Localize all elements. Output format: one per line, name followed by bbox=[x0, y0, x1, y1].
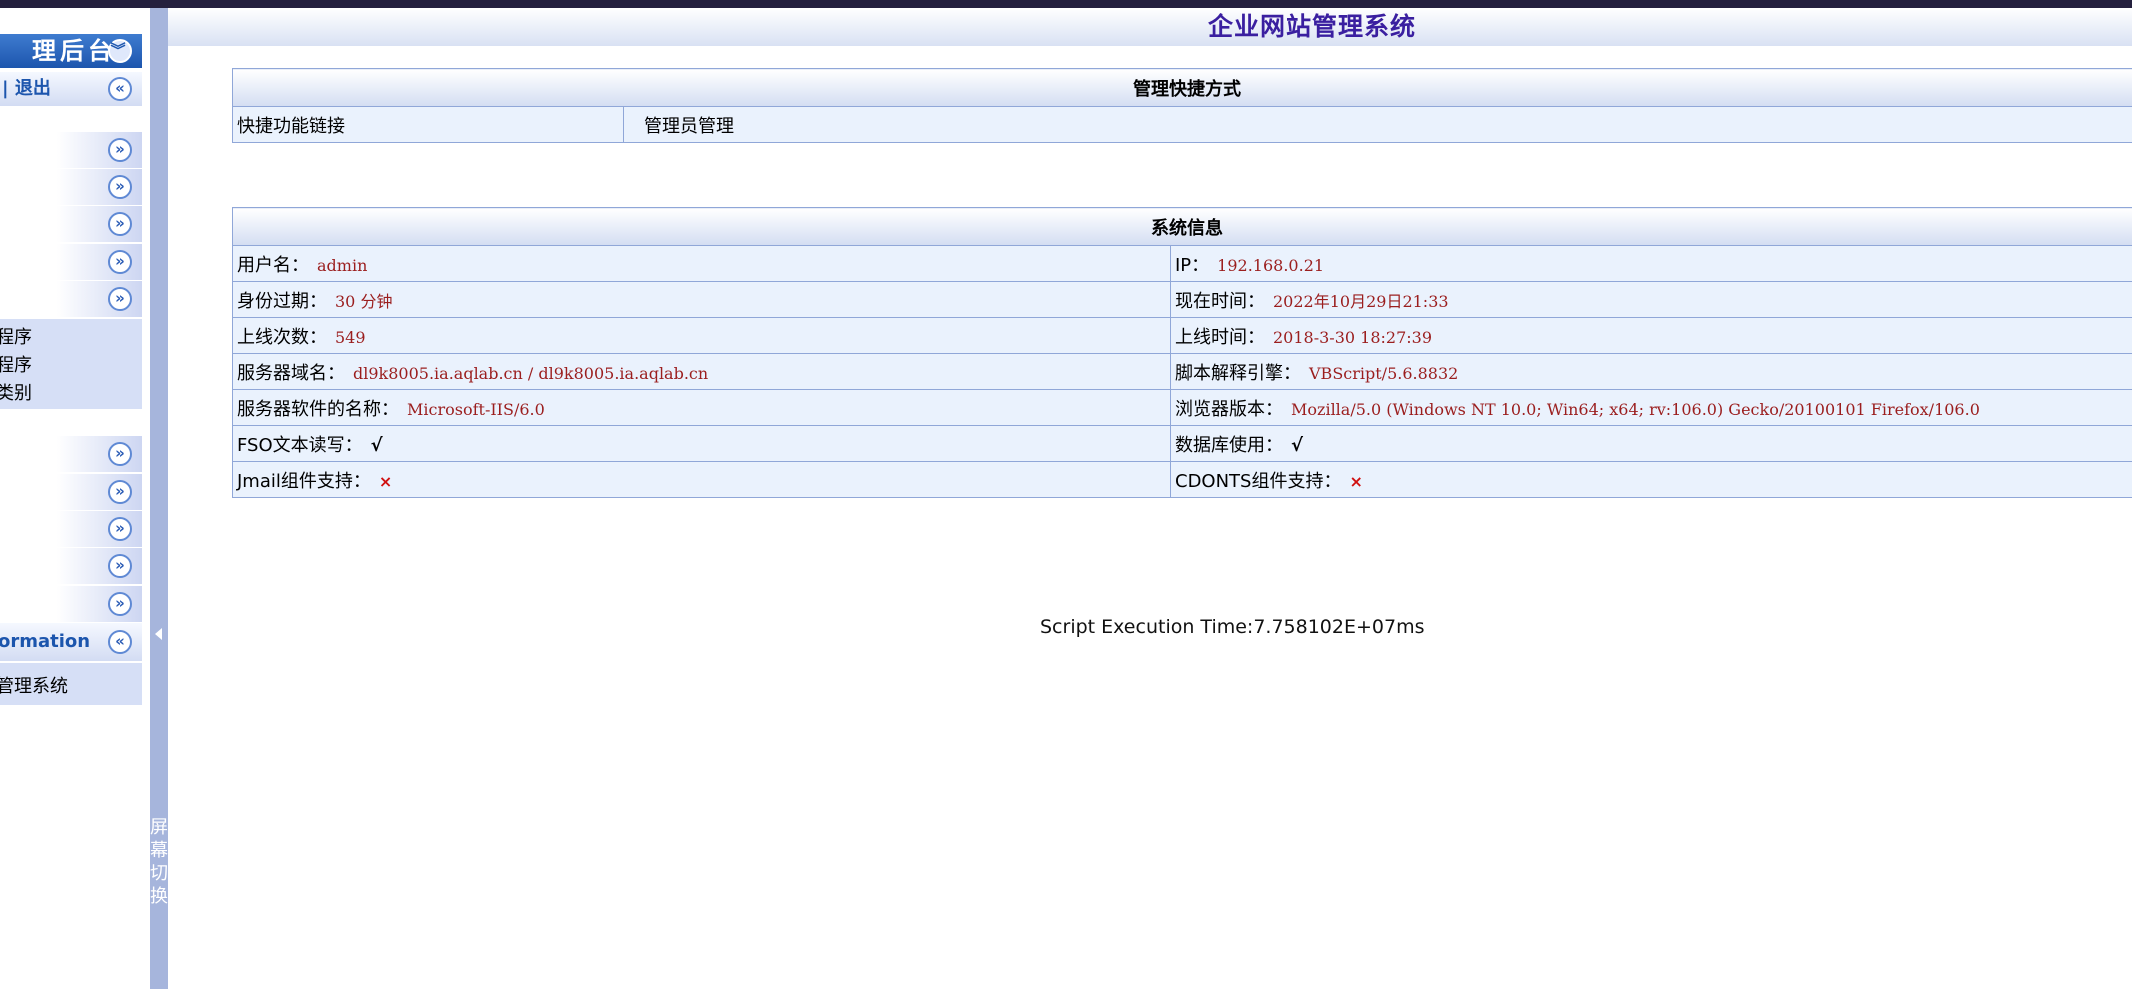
expand-down-icon[interactable]: » bbox=[108, 442, 132, 466]
top-strip bbox=[0, 0, 2132, 8]
main-content: 企业网站管理系统 管理快捷方式 快捷功能链接 管理员管理 系统信息 用户名： ad… bbox=[168, 8, 2132, 989]
menu-group-row[interactable]: » bbox=[0, 511, 142, 547]
information-header: ormation « bbox=[0, 623, 142, 661]
collapse-arrow-icon[interactable] bbox=[155, 628, 162, 640]
system-info-label: CDONTS组件支持： bbox=[1175, 470, 1342, 492]
information-item[interactable]: 管理系统 bbox=[0, 672, 68, 698]
system-info-row: 上线次数： 549 上线时间： 2018-3-30 18:27:39 bbox=[232, 317, 2132, 354]
system-info-value: Microsoft-IIS/6.0 bbox=[407, 399, 545, 419]
system-info-cell: Jmail组件支持： × bbox=[232, 461, 1171, 498]
expand-down-icon[interactable]: » bbox=[108, 212, 132, 236]
system-info-cell: 上线次数： 549 bbox=[232, 317, 1171, 354]
system-info-value: 2018-3-30 18:27:39 bbox=[1273, 327, 1433, 347]
screen-switch-bar[interactable]: 屏幕切换 bbox=[150, 8, 168, 989]
system-info-label: Jmail组件支持： bbox=[237, 470, 371, 492]
system-info-label: 现在时间： bbox=[1175, 290, 1265, 312]
expand-down-icon[interactable]: » bbox=[108, 554, 132, 578]
system-info-row: 服务器软件的名称： Microsoft-IIS/6.0 浏览器版本： Mozilla/… bbox=[232, 389, 2132, 426]
menu-header: 理后台 ︾ bbox=[0, 34, 142, 68]
left-menu: 理后台 ︾ | 退出 « » » » » » 程序 程序 类别 » » » » … bbox=[0, 8, 142, 989]
system-info-label: IP： bbox=[1175, 254, 1210, 276]
system-info-row: 身份过期： 30 分钟 现在时间： 2022年10月29日21:33 bbox=[232, 281, 2132, 318]
script-execution-time: Script Execution Time:7.758102E+07ms bbox=[1040, 616, 1425, 638]
system-info-cell: FSO文本读写： √ bbox=[232, 425, 1171, 462]
system-info-row: Jmail组件支持： × CDONTS组件支持： × bbox=[232, 461, 2132, 498]
shortcut-table-title: 管理快捷方式 bbox=[232, 68, 2132, 107]
admin-manage-link[interactable]: 管理员管理 bbox=[623, 106, 2132, 143]
expand-down-icon[interactable]: » bbox=[108, 138, 132, 162]
menu-group-row[interactable]: » bbox=[0, 586, 142, 622]
expand-down-icon[interactable]: » bbox=[108, 517, 132, 541]
shortcut-label: 快捷功能链接 bbox=[232, 106, 624, 143]
system-info-value: × bbox=[1349, 471, 1363, 491]
information-box: 管理系统 bbox=[0, 663, 142, 705]
menu-group-row[interactable]: » bbox=[0, 244, 142, 280]
system-info-label: 身份过期： bbox=[237, 290, 327, 312]
menu-group-row[interactable]: » bbox=[0, 548, 142, 584]
system-info-row: FSO文本读写： √ 数据库使用： √ bbox=[232, 425, 2132, 462]
menu-group-row[interactable]: » bbox=[0, 132, 142, 168]
expand-down-icon[interactable]: » bbox=[108, 250, 132, 274]
menu-group-row[interactable]: » bbox=[0, 206, 142, 242]
system-info-value: 549 bbox=[335, 327, 366, 347]
system-info-label: 服务器域名： bbox=[237, 362, 345, 384]
fold-left-icon[interactable]: « bbox=[108, 77, 132, 101]
system-info-label: 上线次数： bbox=[237, 326, 327, 348]
system-info-cell: 现在时间： 2022年10月29日21:33 bbox=[1170, 281, 2132, 318]
system-info-value: VBScript/5.6.8832 bbox=[1309, 363, 1459, 383]
system-info-value: dl9k8005.ia.aqlab.cn / dl9k8005.ia.aqlab… bbox=[353, 363, 709, 383]
system-info-label: FSO文本读写： bbox=[237, 434, 363, 456]
system-info-label: 脚本解释引擎： bbox=[1175, 362, 1301, 384]
menu-group-row[interactable]: » bbox=[0, 281, 142, 317]
menu-header-title: 理后台 bbox=[32, 37, 116, 65]
system-info-value: admin bbox=[317, 255, 368, 275]
system-info-row: 服务器域名： dl9k8005.ia.aqlab.cn / dl9k8005.ia… bbox=[232, 353, 2132, 390]
page-title: 企业网站管理系统 bbox=[1208, 12, 1417, 41]
system-info-cell: 服务器软件的名称： Microsoft-IIS/6.0 bbox=[232, 389, 1171, 426]
system-info-value: 192.168.0.21 bbox=[1217, 255, 1325, 275]
menu-group-row[interactable]: » bbox=[0, 474, 142, 510]
system-info-cell: 上线时间： 2018-3-30 18:27:39 bbox=[1170, 317, 2132, 354]
system-info-label: 用户名： bbox=[237, 254, 309, 276]
system-info-cell: 用户名： admin bbox=[232, 245, 1171, 282]
system-info-value: 30 分钟 bbox=[335, 291, 393, 311]
title-bar: 企业网站管理系统 bbox=[168, 8, 2132, 46]
collapse-menu-icon[interactable]: ︾ bbox=[108, 39, 132, 63]
system-info-value: 2022年10月29日21:33 bbox=[1273, 291, 1449, 311]
expand-down-icon[interactable]: » bbox=[108, 592, 132, 616]
system-info-value: × bbox=[378, 471, 393, 491]
shortcut-table: 管理快捷方式 快捷功能链接 管理员管理 bbox=[232, 68, 2132, 143]
system-info-cell: 服务器域名： dl9k8005.ia.aqlab.cn / dl9k8005.ia… bbox=[232, 353, 1171, 390]
system-info-label: 浏览器版本： bbox=[1175, 398, 1283, 420]
system-info-cell: 脚本解释引擎： VBScript/5.6.8832 bbox=[1170, 353, 2132, 390]
menu-group-row[interactable]: » bbox=[0, 436, 142, 472]
logout-row: | 退出 « bbox=[0, 72, 142, 106]
system-info-table: 系统信息 用户名： admin IP： 192.168.0.21 身份过期： 30 分钟 现… bbox=[232, 207, 2132, 498]
system-info-title: 系统信息 bbox=[232, 207, 2132, 246]
system-info-label: 数据库使用： bbox=[1175, 434, 1283, 456]
system-info-cell: 数据库使用： √ bbox=[1170, 425, 2132, 462]
system-info-label: 上线时间： bbox=[1175, 326, 1265, 348]
system-info-label: 服务器软件的名称： bbox=[237, 398, 399, 420]
menu-group-row[interactable]: » bbox=[0, 169, 142, 205]
system-info-cell: IP： 192.168.0.21 bbox=[1170, 245, 2132, 282]
screen-switch-label: 屏幕切换 bbox=[150, 817, 168, 907]
information-title: ormation bbox=[0, 631, 91, 652]
submenu-box: 程序 程序 类别 bbox=[0, 319, 142, 409]
system-info-cell: CDONTS组件支持： × bbox=[1170, 461, 2132, 498]
system-info-value: √ bbox=[1291, 434, 1304, 456]
logout-link[interactable]: | 退出 bbox=[2, 72, 51, 106]
system-info-value: √ bbox=[370, 434, 383, 456]
system-info-value: Mozilla/5.0 (Windows NT 10.0; Win64; x64… bbox=[1291, 399, 1980, 419]
expand-down-icon[interactable]: » bbox=[108, 175, 132, 199]
submenu-item[interactable]: 类别 bbox=[0, 379, 32, 405]
fold-left-icon[interactable]: « bbox=[108, 630, 132, 654]
expand-down-icon[interactable]: » bbox=[108, 287, 132, 311]
system-info-cell: 身份过期： 30 分钟 bbox=[232, 281, 1171, 318]
submenu-item[interactable]: 程序 bbox=[0, 323, 32, 349]
expand-down-icon[interactable]: » bbox=[108, 480, 132, 504]
system-info-cell: 浏览器版本： Mozilla/5.0 (Windows NT 10.0; Win6… bbox=[1170, 389, 2132, 426]
system-info-row: 用户名： admin IP： 192.168.0.21 bbox=[232, 245, 2132, 282]
submenu-item[interactable]: 程序 bbox=[0, 351, 32, 377]
